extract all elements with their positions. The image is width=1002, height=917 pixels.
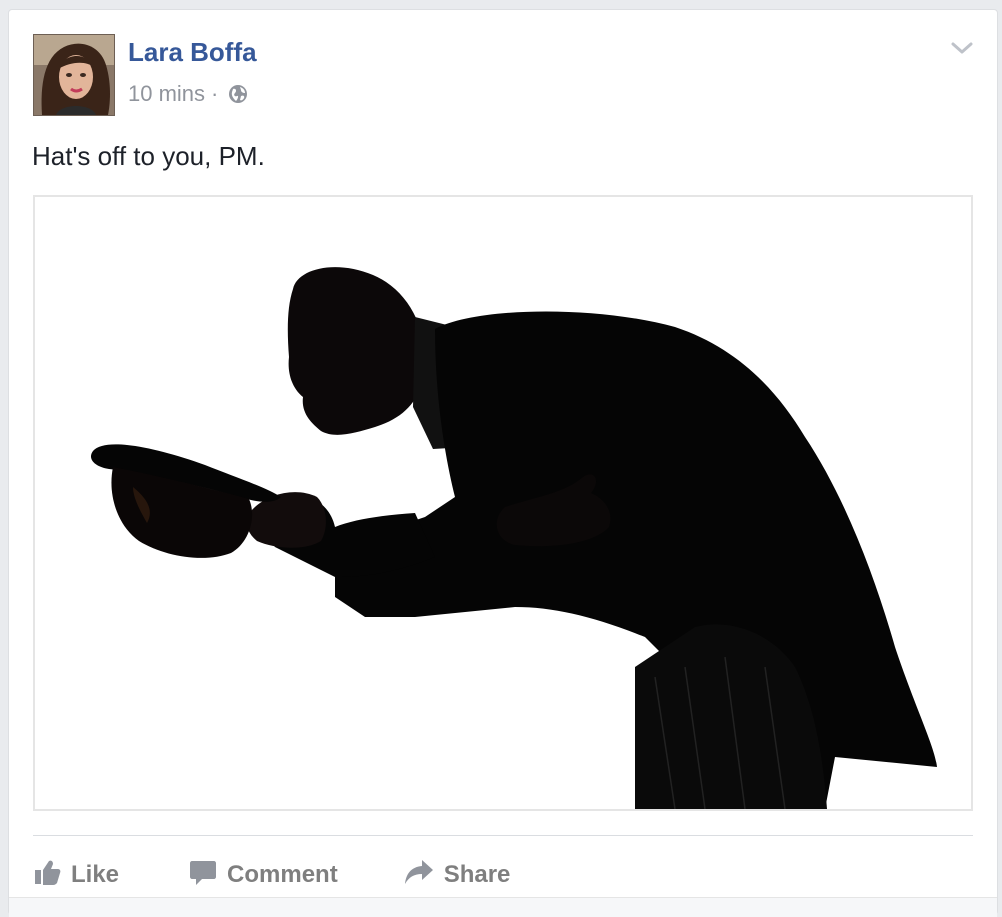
post-text: Hat's off to you, PM. xyxy=(32,141,265,171)
post-meta: 10 mins · xyxy=(128,81,248,107)
comments-area-edge xyxy=(9,897,997,917)
globe-icon[interactable] xyxy=(228,84,248,104)
comment-label: Comment xyxy=(227,861,338,888)
comment-button[interactable]: Comment xyxy=(189,858,338,893)
comment-bubble-icon xyxy=(189,858,217,893)
author-avatar[interactable] xyxy=(33,34,115,116)
like-label: Like xyxy=(71,861,120,888)
bowing-man-silhouette-image xyxy=(35,197,971,809)
share-arrow-icon xyxy=(404,858,434,893)
author-name-link[interactable]: Lara Boffa xyxy=(128,37,257,68)
share-button[interactable]: Share xyxy=(404,858,511,893)
post-photo[interactable] xyxy=(33,195,973,811)
post-timestamp[interactable]: 10 mins xyxy=(128,81,205,107)
thumbs-up-icon xyxy=(33,858,61,893)
chevron-down-icon[interactable] xyxy=(949,38,975,58)
post-actions-bar: Like Comment Share xyxy=(33,845,510,905)
like-button[interactable]: Like xyxy=(33,858,119,893)
post-card: Lara Boffa 10 mins · Hat's off to you, P… xyxy=(8,9,998,917)
avatar-image xyxy=(34,35,114,115)
actions-divider xyxy=(33,835,973,836)
meta-separator: · xyxy=(211,81,219,106)
share-label: Share xyxy=(443,861,511,888)
